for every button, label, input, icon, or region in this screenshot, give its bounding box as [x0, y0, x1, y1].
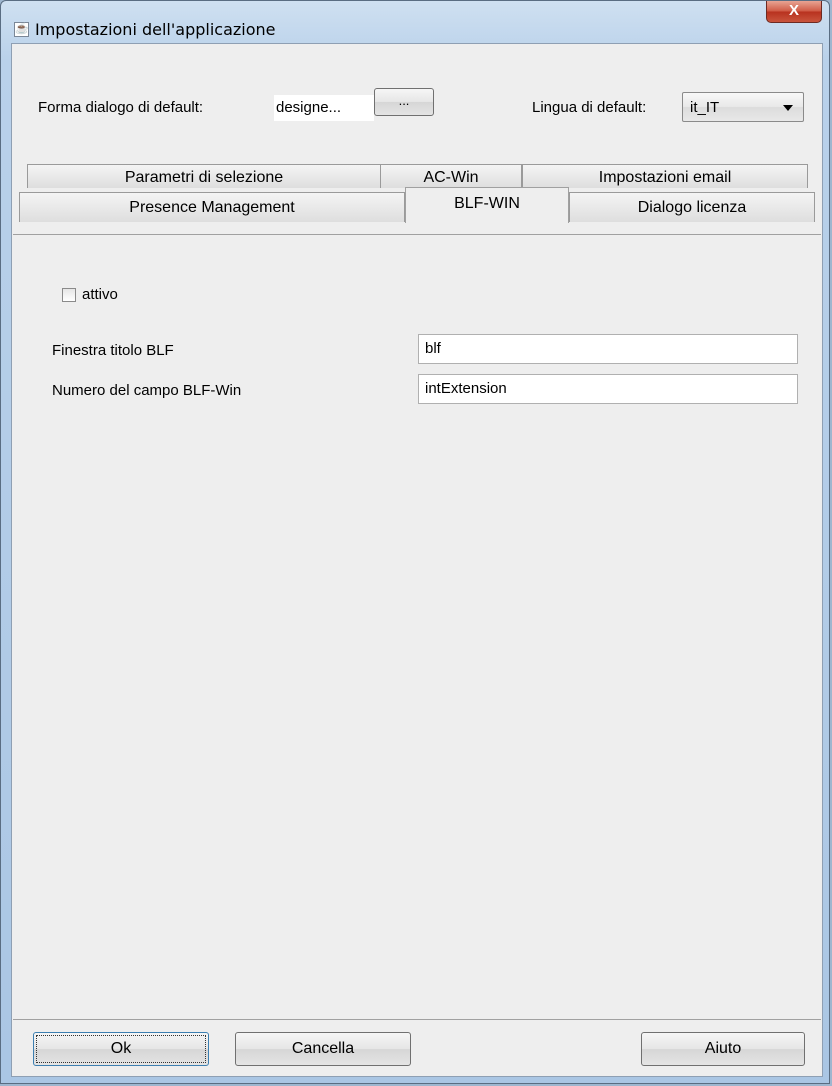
tab-ac-win[interactable]: AC-Win [380, 164, 522, 188]
default-dialog-field: designe... [274, 95, 374, 121]
settings-window: ☕ Impostazioni dell'applicazione X Forma… [0, 0, 830, 1084]
field-number-label: Numero del campo BLF-Win [52, 382, 242, 399]
help-button[interactable]: Aiuto [641, 1032, 805, 1066]
chevron-down-icon [783, 105, 793, 111]
tab-dialogo-licenza[interactable]: Dialogo licenza [569, 192, 815, 222]
dialog-content: Forma dialogo di default: designe... ...… [11, 43, 823, 1077]
tab-presence-management[interactable]: Presence Management [19, 192, 405, 222]
default-language-select[interactable]: it_IT [682, 92, 804, 122]
attivo-checkbox[interactable] [62, 288, 76, 302]
tab-parametri-selezione[interactable]: Parametri di selezione [27, 164, 381, 188]
field-number-input[interactable]: intExtension [418, 374, 798, 404]
default-dialog-label: Forma dialogo di default: [38, 99, 204, 116]
attivo-label: attivo [82, 286, 118, 303]
window-title: Impostazioni dell'applicazione [35, 20, 276, 39]
java-app-icon: ☕ [14, 22, 29, 37]
close-button[interactable]: X [766, 1, 822, 23]
ok-button[interactable]: Ok [33, 1032, 209, 1066]
tab-blf-win[interactable]: BLF-WIN [405, 187, 569, 223]
window-title-input[interactable]: blf [418, 334, 798, 364]
language-select-value: it_IT [690, 99, 720, 116]
browse-dialog-button[interactable]: ... [374, 88, 434, 116]
default-language-label: Lingua di default: [532, 99, 647, 116]
cancel-button[interactable]: Cancella [235, 1032, 411, 1066]
tab-impostazioni-email[interactable]: Impostazioni email [522, 164, 808, 188]
title-bar[interactable]: ☕ Impostazioni dell'applicazione X [1, 1, 829, 39]
window-title-label: Finestra titolo BLF [52, 342, 174, 359]
